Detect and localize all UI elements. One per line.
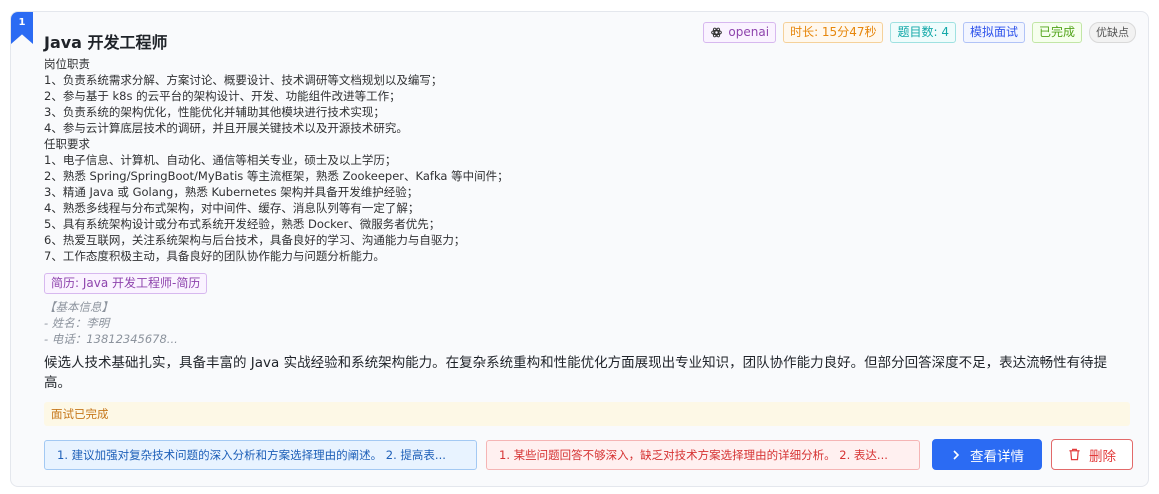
view-details-label: 查看详情 (970, 448, 1024, 465)
interview-summary: 候选人技术基础扎实，具备丰富的 Java 实战经验和系统架构能力。在复杂系统重构… (44, 355, 1108, 391)
mode-tag: 模拟面试 (962, 22, 1025, 43)
model-tag-label: openai (728, 25, 770, 39)
resume-preview: 【基本信息】 - 姓名：李明 - 电话：13812345678... (44, 300, 178, 346)
duration-tag: 时长: 15分47秒 (783, 22, 884, 43)
chevron-right-icon (950, 449, 962, 461)
model-tag: openai (703, 22, 777, 43)
resume-tag[interactable]: 简历: Java 开发工程师-简历 (44, 273, 208, 294)
delete-button[interactable]: 删除 (1051, 439, 1133, 470)
status-tag: 已完成 (1031, 22, 1082, 43)
question-count-tag: 题目数: 4 (890, 22, 956, 43)
job-description: 岗位职责 1、负责系统需求分解、方案讨论、概要设计、技术调研等文档规划以及编写；… (44, 57, 509, 263)
openai-logo-icon (710, 26, 723, 39)
index-badge: 1 (11, 12, 33, 44)
suggestions-box: 1. 建议加强对复杂技术问题的深入分析和方案选择理由的阐述。 2. 提高表... (44, 440, 477, 470)
strengths-weaknesses-button[interactable]: 优缺点 (1089, 22, 1136, 43)
interview-record-card: 1 Java 开发工程师 openai 时长: 15分47秒 题目数: 4 模拟… (10, 11, 1149, 487)
tag-group: openai 时长: 15分47秒 题目数: 4 模拟面试 已完成 优缺点 (703, 22, 1136, 43)
view-details-button[interactable]: 查看详情 (932, 439, 1042, 470)
weaknesses-box: 1. 某些问题回答不够深入，缺乏对技术方案选择理由的详细分析。 2. 表达... (486, 440, 920, 470)
delete-label: 删除 (1089, 448, 1116, 465)
trash-icon (1068, 448, 1081, 461)
job-title: Java 开发工程师 (44, 33, 168, 52)
status-message: 面试已完成 (44, 402, 1130, 426)
